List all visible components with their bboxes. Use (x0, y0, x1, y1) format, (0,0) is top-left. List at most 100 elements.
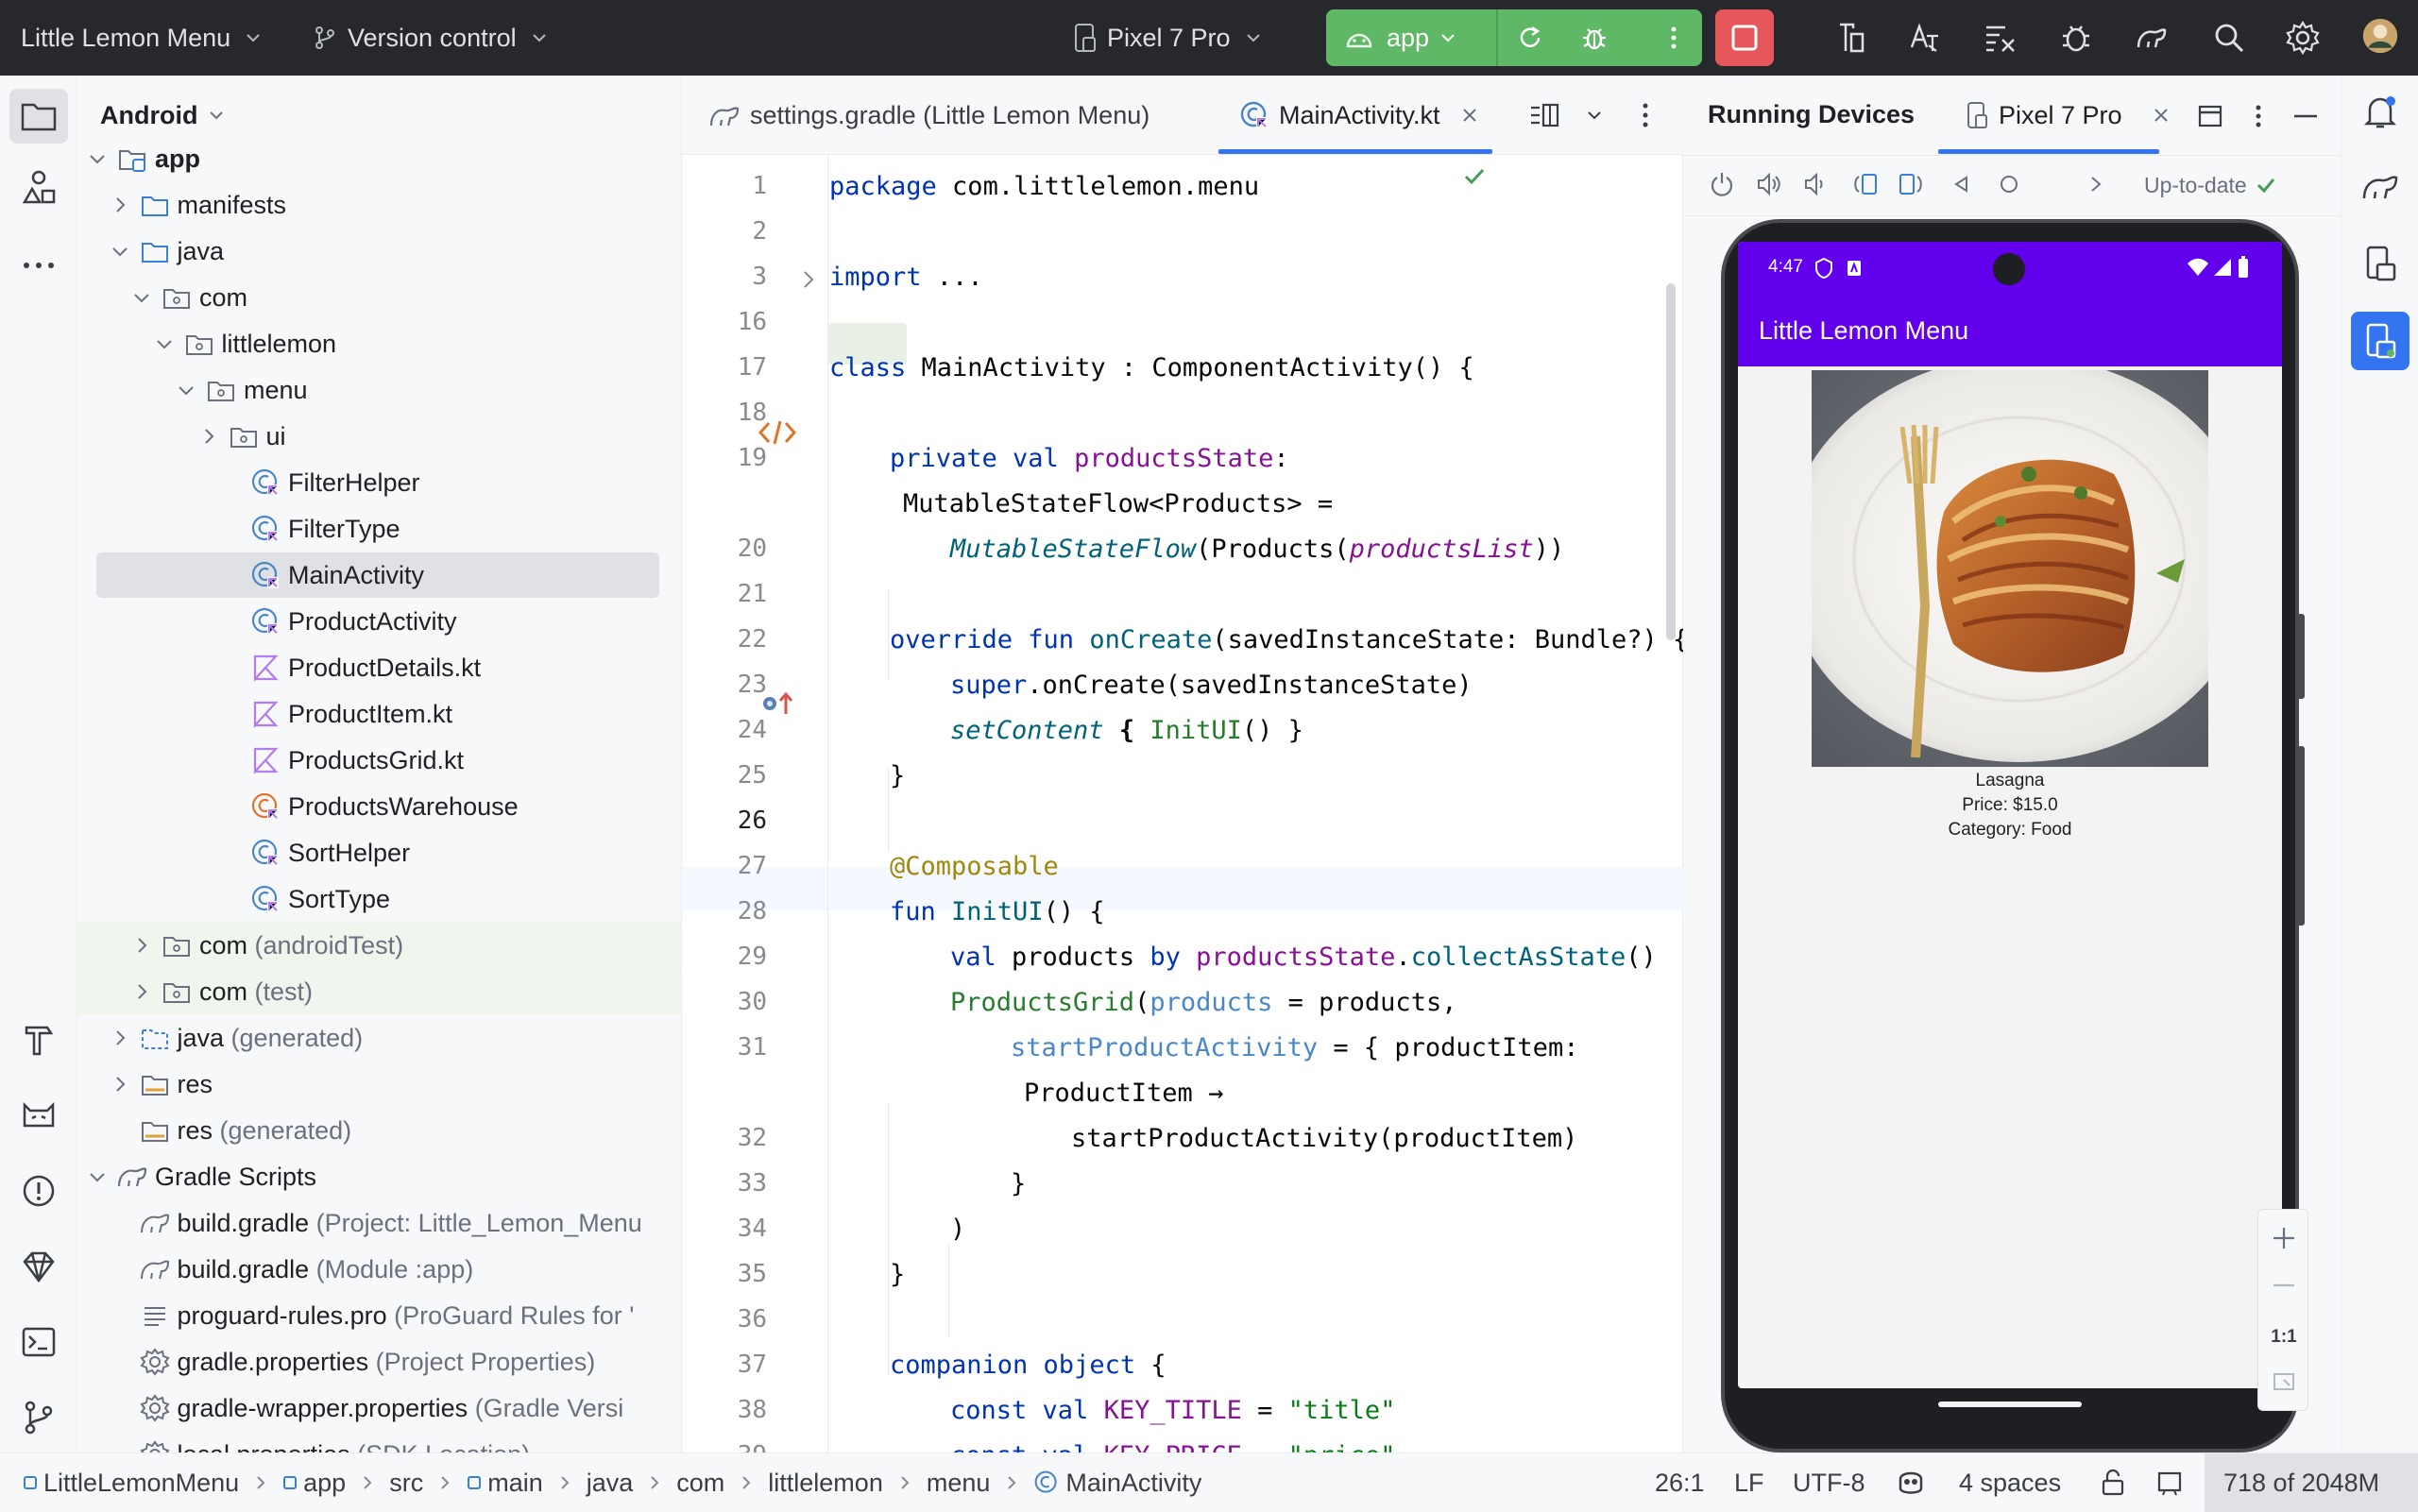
product-image-lasagna[interactable] (1812, 370, 2208, 767)
breadcrumb-item[interactable]: src (389, 1469, 423, 1498)
chevron-right-icon[interactable] (110, 1028, 130, 1048)
tree-item[interactable]: app (77, 136, 681, 181)
avatar[interactable] (2361, 17, 2399, 55)
tree-item[interactable]: menu (77, 367, 681, 413)
zoom-in-icon[interactable] (2271, 1225, 2297, 1251)
gesture-nav-handle[interactable] (1938, 1402, 2082, 1407)
device-screen[interactable]: 4:47 Little Lemon Menu Lasagna Price: $1… (1738, 242, 2282, 1388)
close-tab-icon[interactable] (2153, 107, 2170, 124)
more-tools-icon[interactable] (19, 246, 59, 285)
project-tool-button[interactable] (9, 89, 68, 144)
tree-item[interactable]: build.gradle (Module :app) (77, 1247, 681, 1292)
volume-up-icon[interactable] (1755, 170, 1783, 198)
breadcrumb-item[interactable]: main (467, 1469, 543, 1498)
tree-item[interactable]: proguard-rules.pro (ProGuard Rules for ' (77, 1293, 681, 1338)
tree-item[interactable]: com (77, 275, 681, 320)
rotate-left-icon[interactable] (1851, 170, 1880, 198)
tree-item[interactable]: ProductsGrid.kt (77, 738, 681, 783)
copilot-icon[interactable] (1895, 1468, 1927, 1498)
translate-icon[interactable] (1906, 19, 1944, 57)
power-icon[interactable] (1708, 170, 1736, 198)
tree-item[interactable]: java (generated) (77, 1015, 681, 1061)
caret-position[interactable]: 26:1 (1655, 1453, 1705, 1512)
tree-item[interactable]: res (77, 1062, 681, 1107)
breadcrumb-item[interactable]: app (282, 1469, 346, 1498)
fold-arrow-icon[interactable] (799, 268, 818, 291)
tree-item[interactable]: ui (77, 414, 681, 459)
tab-mainactivity[interactable]: MainActivity.kt (1239, 76, 1478, 155)
device-tab[interactable]: Pixel 7 Pro (1965, 93, 2170, 138)
project-selector[interactable]: Little Lemon Menu (21, 0, 263, 76)
running-devices-tool-button[interactable] (2351, 312, 2409, 370)
rotate-right-icon[interactable] (1897, 170, 1925, 198)
device-manager-icon[interactable] (1832, 19, 1870, 57)
window-layout-icon[interactable] (2197, 104, 2223, 128)
editor-more-icon[interactable] (1636, 100, 1655, 130)
file-encoding[interactable]: UTF-8 (1793, 1453, 1865, 1512)
version-control-icon[interactable] (19, 1398, 59, 1437)
tree-item[interactable]: FilterType (77, 506, 681, 552)
chevron-down-icon[interactable] (87, 1166, 108, 1187)
run-config-selector[interactable]: app (1345, 9, 1457, 66)
stop-button[interactable] (1715, 9, 1774, 66)
settings-gear-icon[interactable] (2284, 19, 2322, 57)
chevron-down-icon[interactable] (154, 333, 175, 354)
minimize-icon[interactable] (2291, 104, 2320, 128)
tree-item[interactable]: java (77, 229, 681, 274)
breadcrumb-item[interactable]: menu (927, 1469, 991, 1498)
tree-item[interactable]: manifests (77, 182, 681, 228)
tree-item[interactable]: SortType (77, 876, 681, 922)
rerun-icon[interactable] (1515, 23, 1545, 53)
memory-indicator[interactable]: 718 of 2048M (2205, 1453, 2418, 1512)
unlock-icon[interactable] (2099, 1469, 2127, 1497)
home-icon[interactable] (1999, 174, 2019, 195)
tree-item[interactable]: build.gradle (Project: Little_Lemon_Menu (77, 1200, 681, 1246)
inspection-ok-icon[interactable] (1462, 164, 1487, 189)
tree-item[interactable]: ProductsWarehouse (77, 784, 681, 829)
chevron-down-icon[interactable] (87, 148, 108, 169)
device-explorer-icon[interactable] (2360, 244, 2400, 283)
tree-item[interactable]: ProductActivity (77, 599, 681, 644)
tree-item[interactable]: ProductItem.kt (77, 691, 681, 737)
app-quality-gem-icon[interactable] (19, 1247, 59, 1286)
read-mode-icon[interactable] (2155, 1469, 2184, 1497)
tree-item[interactable]: MainActivity (96, 552, 659, 598)
editor-scrollbar[interactable] (1666, 283, 1676, 640)
search-icon[interactable] (2210, 19, 2248, 57)
close-tab-icon[interactable] (1461, 107, 1478, 124)
chevron-right-icon[interactable] (131, 981, 152, 1002)
breadcrumb-item[interactable]: MainActivity (1033, 1469, 1201, 1498)
back-icon[interactable] (1951, 174, 1972, 195)
tree-item[interactable]: Gradle Scripts (77, 1154, 681, 1199)
logcat-icon[interactable] (19, 1096, 59, 1135)
chevron-down-icon[interactable] (110, 241, 130, 262)
split-editor-icon[interactable] (1528, 100, 1560, 130)
tree-item[interactable]: FilterHelper (77, 460, 681, 505)
chevron-right-icon[interactable] (198, 426, 219, 447)
terminal-icon[interactable] (19, 1322, 59, 1362)
volume-down-icon[interactable] (1802, 170, 1831, 198)
panel-more-icon[interactable] (2250, 102, 2267, 130)
zoom-out-icon[interactable] (2271, 1272, 2297, 1299)
override-marker-icon[interactable] (761, 689, 795, 718)
debug-icon[interactable] (1579, 23, 1609, 53)
resource-manager-icon[interactable] (19, 168, 59, 208)
breadcrumb-item[interactable]: littlelemon (768, 1469, 883, 1498)
tab-settings-gradle[interactable]: settings.gradle (Little Lemon Menu) (708, 76, 1149, 155)
tabs-dropdown-icon[interactable] (1585, 106, 1604, 125)
code-area[interactable]: 1 2 3 16 17 18 19 20 21 22 23 24 25 26 27 28 29 30 31 32 33 3… (682, 155, 1683, 1453)
bug-gear-icon[interactable] (2057, 19, 2095, 57)
tree-item[interactable]: com (test) (77, 969, 681, 1014)
code-preview-icon[interactable] (758, 417, 797, 448)
tree-item[interactable]: com (androidTest) (77, 923, 681, 968)
chevron-right-icon[interactable] (110, 1074, 130, 1095)
build-hammer-icon[interactable] (19, 1020, 59, 1060)
notifications-bell-icon[interactable] (2360, 93, 2400, 132)
line-separator[interactable]: LF (1734, 1453, 1764, 1512)
tree-item[interactable]: littlelemon (77, 321, 681, 366)
more-actions-icon[interactable] (1659, 23, 1689, 53)
tree-item[interactable]: gradle-wrapper.properties (Gradle Versi (77, 1385, 681, 1431)
zoom-fit-icon[interactable] (2271, 1368, 2297, 1395)
indent-setting[interactable]: 4 spaces (1959, 1453, 2061, 1512)
chevron-down-icon[interactable] (131, 287, 152, 308)
